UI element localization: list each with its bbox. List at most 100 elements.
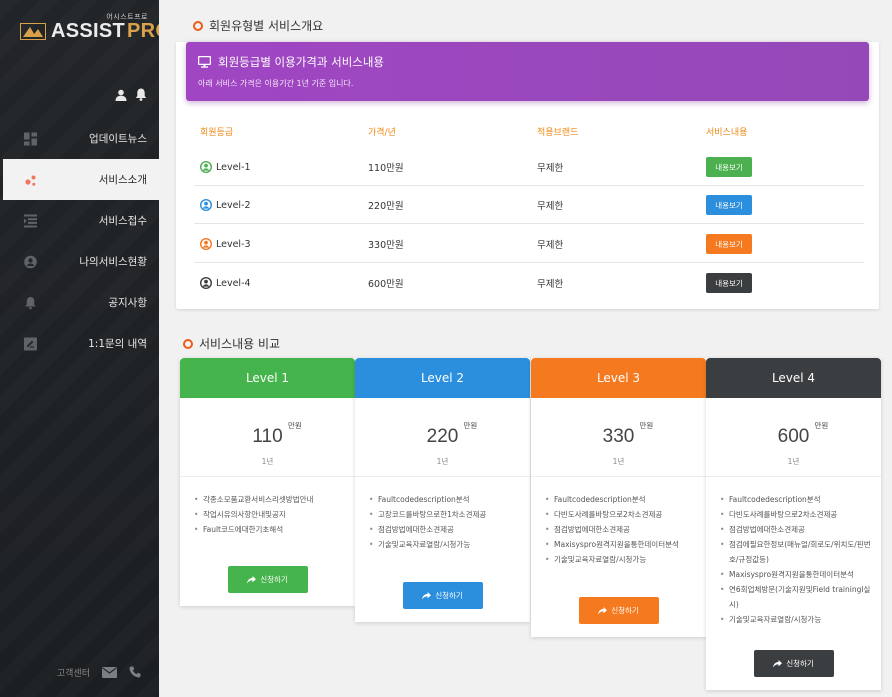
divider	[531, 476, 706, 477]
price-unit: 만원	[463, 421, 478, 430]
feature-item: Maxisyspro원격지원을통한데이터분석	[545, 537, 697, 552]
price-unit: 만원	[639, 421, 654, 430]
sidebar-item-inquiries[interactable]: 1:1문의 내역	[0, 323, 159, 364]
feature-list: 각종소모품교환서비스리셋방법안내 작업시유의사항안내및공지 Fault코드에대한…	[194, 492, 346, 537]
view-details-button[interactable]: 내용보기	[706, 157, 752, 177]
mail-icon[interactable]	[102, 666, 117, 678]
user-circle-icon	[200, 277, 212, 289]
apply-button[interactable]: 신청하기	[753, 650, 834, 677]
feature-item: 다빈도사례를바탕으로2차소견제공	[545, 507, 697, 522]
view-details-button[interactable]: 내용보기	[706, 234, 752, 254]
plan-card-level-3: Level 3 330만원 1년 Faultcodedescription분석 …	[531, 358, 706, 637]
overview-section-title: 회원유형별 서비스개요	[193, 17, 323, 34]
sidebar-item-update-news[interactable]: 업데이트뉴스	[0, 118, 159, 159]
overview-title-text: 회원유형별 서비스개요	[209, 19, 324, 33]
plan-card-level-2: Level 2 220만원 1년 Faultcodedescription분석 …	[355, 358, 530, 622]
apply-button-label: 신청하기	[435, 591, 463, 600]
plan-card-level-1: Level 1 110만원 1년 각종소모품교환서비스리셋방법안내 작업시유의사…	[180, 358, 355, 606]
plan-header: Level 3	[531, 358, 706, 398]
price-cell: 110만원	[368, 163, 404, 174]
price-cell: 600만원	[368, 279, 404, 290]
apply-button-label: 신청하기	[786, 659, 814, 668]
logo-text: ASSISTPRO	[51, 20, 159, 43]
comparison-section-title: 서비스내용 비교	[183, 335, 280, 352]
share-arrow-icon	[773, 659, 783, 668]
level-name: Level-3	[216, 238, 251, 250]
apply-button-label: 신청하기	[611, 606, 639, 615]
price-cell: 220만원	[368, 201, 404, 212]
circle-bullet-icon	[193, 20, 203, 31]
plan-period: 1년	[612, 457, 625, 466]
level-cell: Level-3	[200, 225, 251, 263]
feature-list: Faultcodedescription분석 다빈도사례를바탕으로2차소견제공 …	[545, 492, 697, 567]
list-icon	[24, 214, 37, 227]
feature-item: 점검방법에대한소견제공	[369, 522, 521, 537]
share-arrow-icon	[598, 606, 608, 615]
price-value: 110 만원	[252, 421, 302, 447]
plan-price: 600 만원	[706, 421, 881, 448]
plan-header: Level 2	[355, 358, 530, 398]
service-cell: 내용보기	[706, 225, 752, 263]
sidebar: 어시스트프로 ASSISTPRO 업데이트뉴스 서비스소개	[0, 0, 159, 697]
table-row: Level-3 330만원 무제한 내용보기	[194, 225, 864, 263]
plan-header: Level 1	[180, 358, 355, 398]
level-name: Level-1	[216, 161, 251, 173]
price-value: 330 만원	[602, 421, 654, 447]
user-icon[interactable]	[115, 89, 127, 101]
apply-button[interactable]: 신청하기	[227, 566, 308, 593]
view-details-button[interactable]: 내용보기	[706, 273, 752, 293]
sidebar-item-label: 나의서비스현황	[79, 256, 147, 268]
user-toolbar	[115, 88, 147, 101]
customer-center-label: 고객센터	[56, 668, 90, 679]
plan-price: 330 만원	[531, 421, 706, 448]
plan-period: 1년	[261, 457, 274, 466]
sidebar-item-notices[interactable]: 공지사항	[0, 282, 159, 323]
apply-button[interactable]: 신청하기	[578, 597, 659, 624]
feature-item: Fault코드에대한기초해석	[194, 522, 346, 537]
sidebar-item-my-services[interactable]: 나의서비스현황	[0, 241, 159, 282]
logo[interactable]: 어시스트프로 ASSISTPRO	[20, 12, 159, 46]
plan-period: 1년	[436, 457, 449, 466]
price-unit: 만원	[814, 421, 829, 430]
feature-item: Faultcodedescription분석	[545, 492, 697, 507]
sidebar-item-service-intro[interactable]: 서비스소개	[3, 159, 159, 200]
table-row: Level-1 110만원 무제한 내용보기	[194, 148, 864, 186]
banner-title-text: 회원등급별 이용가격과 서비스내용	[218, 55, 385, 69]
phone-icon[interactable]	[129, 666, 141, 678]
customer-center: 고객센터	[0, 647, 159, 697]
dashboard-icon	[24, 132, 37, 145]
sidebar-item-label: 업데이트뉴스	[89, 133, 147, 145]
sidebar-item-label: 공지사항	[108, 297, 147, 309]
feature-item: Faultcodedescription분석	[369, 492, 521, 507]
feature-item: 기술및교육자료열람/시청가능	[369, 537, 521, 552]
banner-subtitle: 아래 서비스 가격은 이용기간 1년 기준 입니다.	[198, 79, 354, 88]
plan-price: 110 만원	[180, 421, 355, 448]
column-header-price: 가격/년	[368, 128, 396, 138]
logo-name: ASSIST	[51, 20, 126, 42]
brand-cell: 무제한	[537, 163, 564, 174]
apply-button[interactable]: 신청하기	[402, 582, 483, 609]
feature-item: 작업시유의사항안내및공지	[194, 507, 346, 522]
sidebar-item-service-request[interactable]: 서비스접수	[0, 200, 159, 241]
price-value: 220 만원	[426, 421, 478, 447]
level-name: Level-2	[216, 199, 251, 211]
feature-item: 점검방법에대한소견제공	[720, 522, 872, 537]
user-circle-icon	[200, 161, 212, 173]
comparison-title-text: 서비스내용 비교	[199, 337, 281, 351]
info-banner: 회원등급별 이용가격과 서비스내용 아래 서비스 가격은 이용기간 1년 기준 …	[186, 42, 869, 101]
view-details-button[interactable]: 내용보기	[706, 195, 752, 215]
feature-item: 점검에필요한정보(매뉴얼/회로도/위치도/핀번호/규정값등)	[720, 537, 872, 567]
service-cell: 내용보기	[706, 186, 752, 224]
bell-icon	[25, 296, 36, 309]
sidebar-menu: 업데이트뉴스 서비스소개 서비스접수 나의서비스현황 공지사항 1:1문의 내역	[0, 118, 159, 364]
level-cell: Level-4	[200, 264, 251, 302]
user-circle-icon	[200, 199, 212, 211]
feature-item: 고장코드를바탕으로한1차소견제공	[369, 507, 521, 522]
plan-period: 1년	[787, 457, 800, 466]
divider	[706, 476, 881, 477]
banner-title: 회원등급별 이용가격과 서비스내용	[198, 54, 384, 70]
bell-icon[interactable]	[135, 88, 147, 101]
plan-card-level-4: Level 4 600만원 1년 Faultcodedescription분석 …	[706, 358, 881, 690]
logo-suffix: PRO	[127, 20, 159, 42]
column-header-grade: 회원등급	[200, 128, 234, 138]
